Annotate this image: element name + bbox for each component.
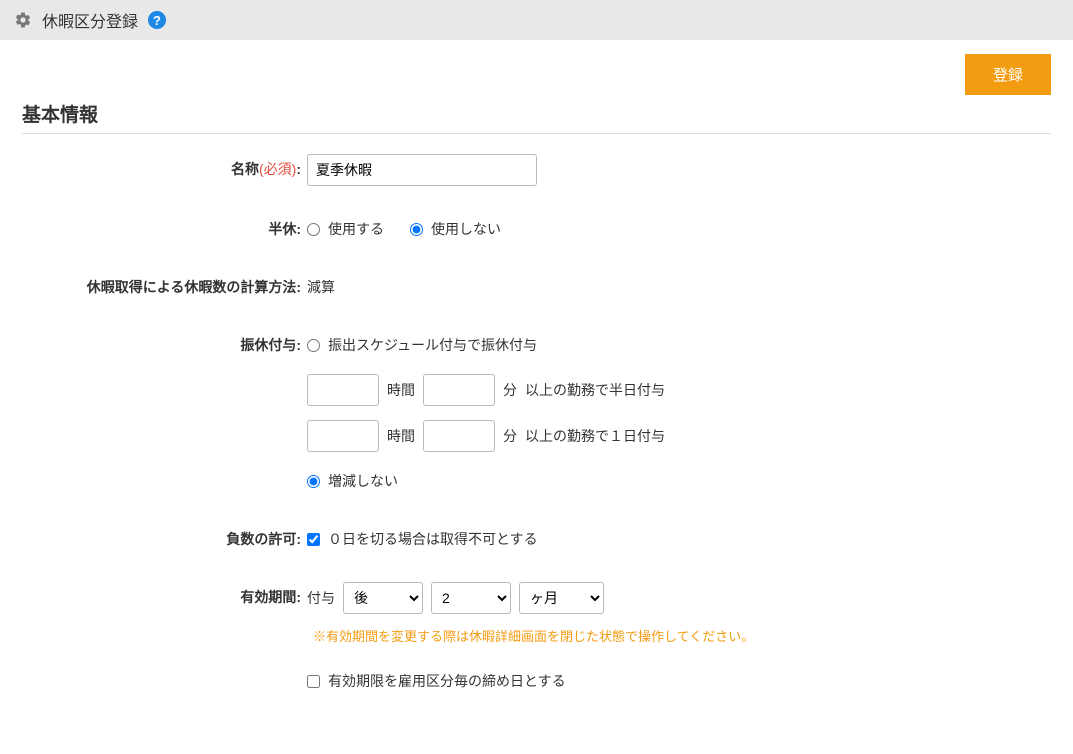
required-mark: (必須) [259,161,296,177]
full-day-text: 以上の勤務で１日付与 [525,421,665,451]
half-minutes-input[interactable] [423,374,495,406]
halfday-notuse-radio[interactable] [410,223,423,236]
row-calc: 休暇取得による休暇数の計算方法: 減算 [22,272,1051,302]
label-calc: 休暇取得による休暇数の計算方法: [22,272,307,302]
unit-minutes-1: 分 [503,375,517,405]
validity-warning: ※有効期間を変更する際は休暇詳細画面を閉じた状態で操作してください。 [313,622,754,652]
validity-closing-option[interactable]: 有効期限を雇用区分毎の締め日とする [307,666,1051,696]
unit-hours-1: 時間 [387,375,415,405]
row-negative: 負数の許可: ０日を切る場合は取得不可とする [22,524,1051,554]
halfday-use-label: 使用する [328,214,384,244]
validity-closing-checkbox[interactable] [307,675,320,688]
row-halfday: 半休: 使用する 使用しない [22,214,1051,244]
label-halfday: 半休: [22,214,307,244]
substitute-none-radio[interactable] [307,475,320,488]
row-validity: 有効期間: 付与 後 2 ヶ月 ※有効期間を変更する際は休暇詳細画面を閉じた状態… [22,582,1051,696]
content-area: 登録 基本情報 名称(必須): 半休: 使用する 使用しない [0,40,1073,754]
substitute-schedule-radio[interactable] [307,339,320,352]
substitute-halfday-line: 時間 分 以上の勤務で半日付与 [307,374,665,406]
unit-hours-2: 時間 [387,421,415,451]
halfday-notuse-label: 使用しない [431,214,501,244]
halfday-notuse-option[interactable]: 使用しない [410,214,501,244]
substitute-schedule-option[interactable]: 振出スケジュール付与で振休付与 [307,330,665,360]
full-hours-input[interactable] [307,420,379,452]
substitute-fullday-line: 時間 分 以上の勤務で１日付与 [307,420,665,452]
substitute-schedule-label: 振出スケジュール付与で振休付与 [328,330,537,360]
substitute-none-option[interactable]: 増減しない [307,466,665,496]
label-negative: 負数の許可: [22,524,307,554]
negative-checkbox[interactable] [307,533,320,546]
negative-check-label: ０日を切る場合は取得不可とする [328,524,538,554]
register-button[interactable]: 登録 [965,54,1051,95]
full-minutes-input[interactable] [423,420,495,452]
validity-controls: 付与 後 2 ヶ月 ※有効期間を変更する際は休暇詳細画面を閉じた状態で操作してく… [307,582,1051,652]
negative-option[interactable]: ０日を切る場合は取得不可とする [307,524,538,554]
row-substitute: 振休付与: 振出スケジュール付与で振休付与 時間 分 以上の勤務で半日付与 時間… [22,330,1051,496]
calc-value: 減算 [307,272,335,302]
row-name: 名称(必須): [22,154,1051,186]
label-substitute: 振休付与: [22,330,307,360]
label-name-text: 名称 [231,161,259,177]
validity-prefix: 付与 [307,583,335,613]
half-day-text: 以上の勤務で半日付与 [525,375,665,405]
halfday-use-radio[interactable] [307,223,320,236]
half-hours-input[interactable] [307,374,379,406]
label-validity: 有効期間: [22,582,307,612]
name-input[interactable] [307,154,537,186]
validity-closing-label: 有効期限を雇用区分毎の締め日とする [328,666,566,696]
validity-unit-select[interactable]: ヶ月 [519,582,604,614]
help-icon[interactable]: ? [148,11,166,29]
substitute-none-label: 増減しない [328,466,398,496]
page-header: 休暇区分登録 ? [0,0,1073,40]
unit-minutes-2: 分 [503,421,517,451]
page-title: 休暇区分登録 [42,8,138,32]
validity-timing-select[interactable]: 後 [343,582,423,614]
validity-number-select[interactable]: 2 [431,582,511,614]
gear-icon [14,11,32,29]
section-title: 基本情報 [22,100,1051,134]
label-name: 名称(必須): [22,154,307,184]
halfday-use-option[interactable]: 使用する [307,214,384,244]
